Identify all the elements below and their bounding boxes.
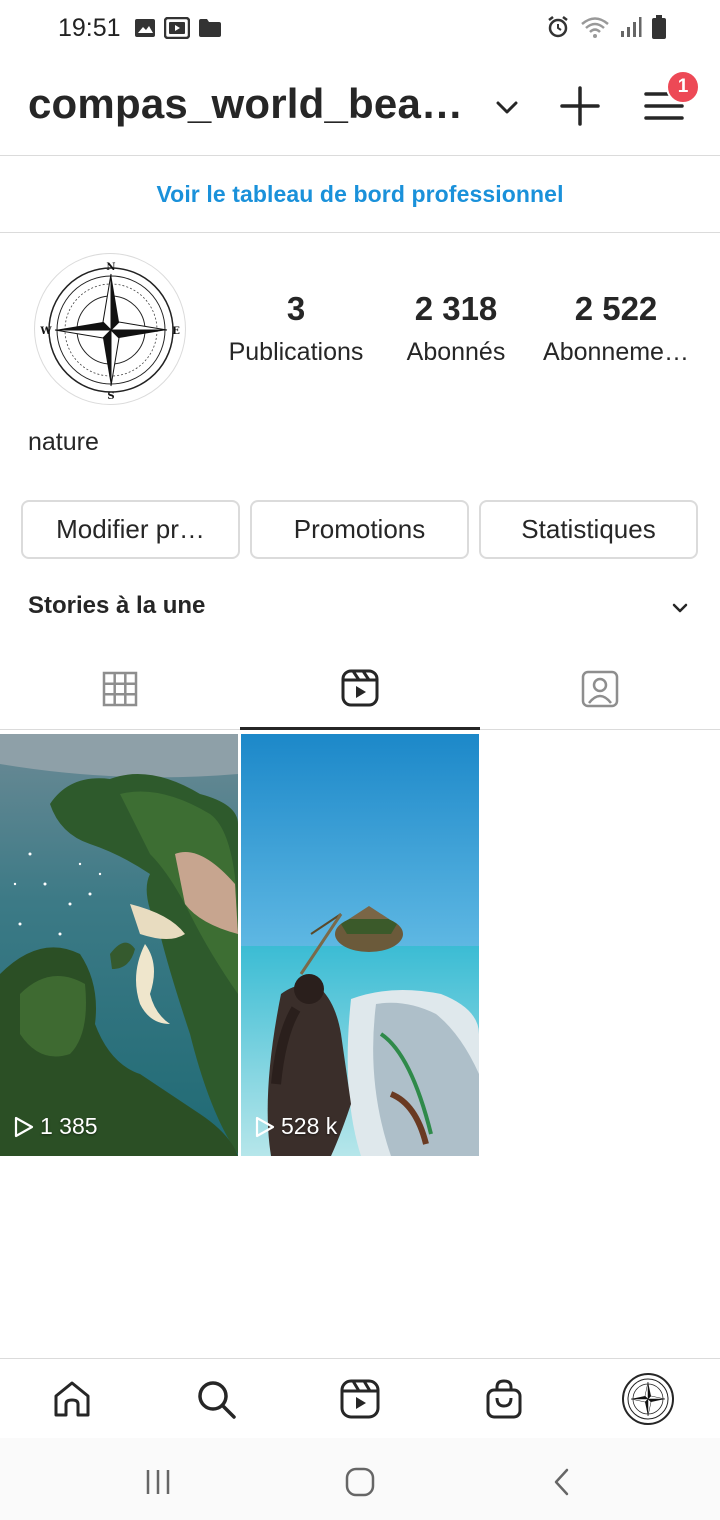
profile-avatar[interactable]: N S E W — [34, 253, 186, 405]
nav-home[interactable] — [46, 1373, 98, 1425]
compass-rose-icon — [627, 1378, 669, 1420]
islands-thumbnail-image — [0, 734, 238, 1156]
stat-value: 2 318 — [414, 290, 498, 327]
stat-label: Abonnés — [406, 338, 506, 366]
insights-button[interactable]: Statistiques — [479, 500, 698, 559]
professional-dashboard-link[interactable]: Voir le tableau de bord professionnel — [156, 181, 563, 208]
chevron-down-icon[interactable] — [492, 92, 522, 122]
notification-badge: 1 — [666, 70, 700, 104]
nav-shop[interactable] — [478, 1373, 530, 1425]
battery-icon — [652, 15, 666, 39]
gallery-icon — [135, 19, 155, 37]
status-time: 19:51 — [58, 14, 121, 42]
tagged-icon — [581, 670, 619, 708]
home-button[interactable] — [340, 1462, 380, 1502]
status-left-icons — [134, 17, 222, 39]
profile-bio: nature — [28, 428, 99, 456]
home-icon — [54, 1381, 90, 1417]
tab-tagged[interactable] — [480, 648, 720, 730]
profile-tabs — [0, 648, 720, 730]
profile-avatar — [622, 1373, 674, 1425]
bottom-navigation — [0, 1358, 720, 1438]
stat-value: 2 522 — [574, 290, 658, 327]
back-button[interactable] — [542, 1462, 582, 1502]
professional-dashboard-bar: Voir le tableau de bord professionnel — [0, 156, 720, 233]
nav-reels[interactable] — [334, 1373, 386, 1425]
reel-thumbnail[interactable]: 1 385 — [0, 734, 238, 1156]
view-count-value: 1 385 — [40, 1113, 98, 1139]
recent-apps-icon — [146, 1470, 170, 1494]
shop-icon — [486, 1379, 522, 1419]
compass-letter-e: E — [172, 326, 180, 337]
nav-profile[interactable] — [622, 1373, 674, 1425]
youtube-icon — [164, 17, 190, 39]
compass-letter-n: N — [106, 262, 115, 273]
back-icon — [554, 1468, 569, 1496]
play-icon — [14, 1116, 34, 1137]
stat-value: 3 — [286, 290, 306, 327]
status-bar: 19:51 — [0, 0, 720, 58]
nav-search[interactable] — [190, 1373, 242, 1425]
view-count: 1 385 — [12, 1113, 98, 1140]
system-navigation-bar — [0, 1438, 720, 1520]
add-content-button[interactable] — [558, 84, 602, 128]
boat-thumbnail-image — [241, 734, 479, 1156]
stat-following[interactable]: 2 522 Abonneme… — [531, 290, 701, 367]
story-highlights-row[interactable]: Stories à la une — [28, 588, 692, 628]
reel-thumbnail[interactable]: 528 k — [241, 734, 479, 1156]
reels-icon — [340, 1379, 380, 1419]
recent-apps-button[interactable] — [138, 1462, 178, 1502]
wifi-icon — [581, 17, 609, 38]
play-icon — [255, 1116, 275, 1137]
tab-posts-grid[interactable] — [0, 648, 240, 730]
promotions-button[interactable]: Promotions — [250, 500, 469, 559]
tab-reels[interactable] — [240, 648, 480, 730]
profile-header: compas_world_bea… 1 — [0, 58, 720, 156]
stat-label: Publications — [228, 338, 364, 366]
reels-icon — [341, 669, 379, 706]
compass-letter-w: W — [39, 326, 52, 337]
view-count: 528 k — [253, 1113, 337, 1140]
status-right-icons — [546, 15, 666, 39]
alarm-icon — [548, 16, 568, 38]
account-name[interactable]: compas_world_bea… — [28, 80, 463, 128]
reels-grid: 1 385 528 k — [0, 734, 720, 1156]
stat-followers[interactable]: 2 318 Abonnés — [371, 290, 541, 367]
story-highlights-title: Stories à la une — [28, 592, 206, 619]
view-count-value: 528 k — [281, 1113, 338, 1139]
compass-rose-icon: N S E W — [39, 262, 180, 402]
search-icon — [198, 1381, 236, 1419]
grid-icon — [102, 671, 138, 707]
edit-profile-button[interactable]: Modifier pr… — [21, 500, 240, 559]
compass-letter-s: S — [107, 391, 114, 402]
stat-label: Abonneme… — [543, 338, 689, 366]
folder-icon — [199, 19, 221, 37]
home-circle-icon — [345, 1467, 375, 1497]
signal-icon — [621, 17, 642, 37]
stat-publications[interactable]: 3 Publications — [211, 290, 381, 367]
chevron-down-icon[interactable] — [668, 596, 692, 620]
